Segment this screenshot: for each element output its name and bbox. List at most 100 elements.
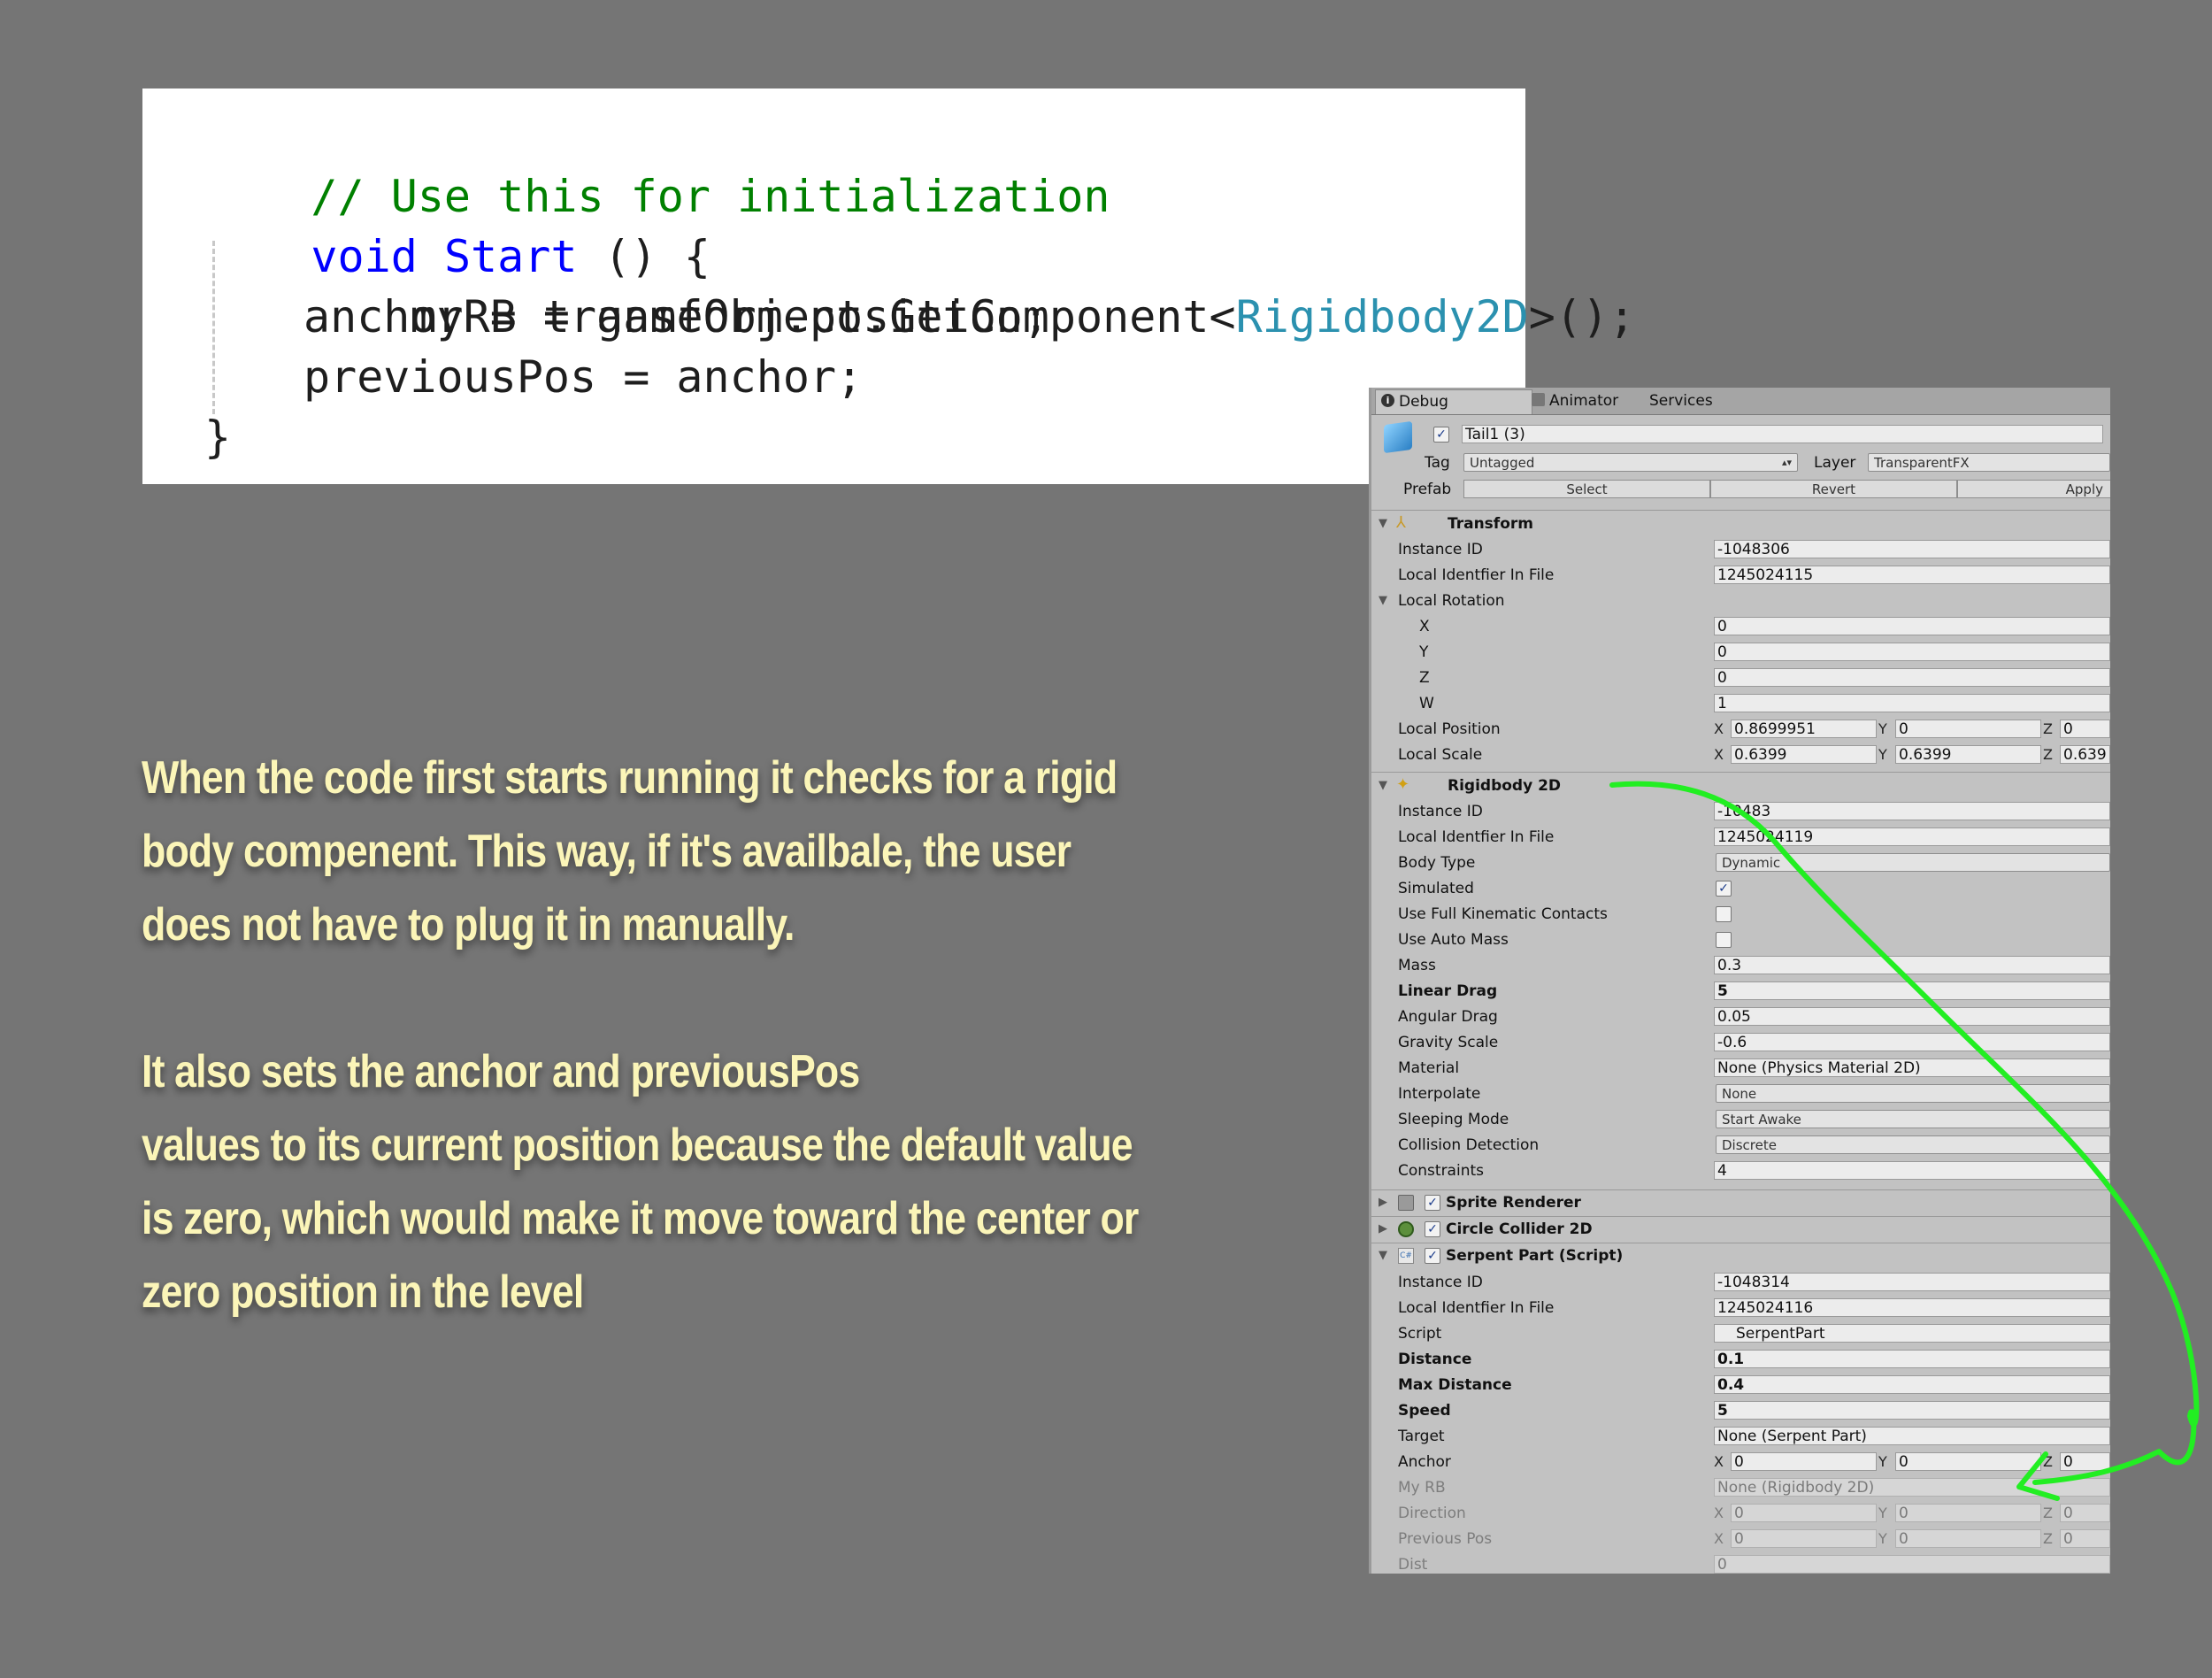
sp-instance-id-label: Instance ID (1398, 1274, 1483, 1291)
layer-value: TransparentFX (1874, 455, 1970, 471)
object-name-field[interactable]: Tail1 (3) (1462, 425, 2103, 443)
sprite-renderer-icon (1398, 1195, 1414, 1211)
transform-title: Transform (1448, 515, 1533, 533)
my-rb-field: None (Rigidbody 2D) (1714, 1478, 2110, 1497)
distance-field[interactable]: 0.1 (1714, 1350, 2110, 1368)
scale-y-field[interactable]: 0.6399 (1895, 745, 2041, 764)
previous-pos-z-axis-label: Z (2043, 1530, 2053, 1547)
distance-label: Distance (1398, 1351, 1472, 1368)
position-y-field[interactable]: 0 (1895, 720, 2041, 738)
local-rotation-foldout-arrow-icon[interactable]: ▼ (1379, 591, 1387, 611)
constraints-field[interactable]: 4 (1714, 1161, 2110, 1180)
local-scale-label: Local Scale (1398, 746, 1483, 764)
code-line-anchor: anchor = transform.position; (303, 291, 1049, 343)
sleeping-mode-dropdown[interactable]: Start Awake (1716, 1110, 2110, 1128)
anchor-z-field[interactable]: 0 (2060, 1452, 2110, 1471)
script-value: SerpentPart (1736, 1325, 1825, 1343)
inspector-tab-bar: i Debug Animator Services (1371, 388, 2110, 415)
linear-drag-label: Linear Drag (1398, 982, 1498, 1000)
max-distance-field[interactable]: 0.4 (1714, 1375, 2110, 1394)
anchor-x-field[interactable]: 0 (1731, 1452, 1877, 1471)
scale-x-axis-label: X (1714, 746, 1724, 763)
dist-label: Dist (1398, 1556, 1428, 1574)
rigidbody-foldout-arrow-icon[interactable]: ▼ (1379, 776, 1387, 796)
code-close-brace: } (204, 412, 232, 463)
speed-field[interactable]: 5 (1714, 1401, 2110, 1420)
rb-instance-id-field[interactable]: -10483 (1714, 802, 2110, 820)
code-line-myrb: myRB = gameObject.GetComponent<Rigidbody… (303, 227, 1635, 343)
circle-collider-foldout-arrow-icon[interactable]: ▶ (1379, 1220, 1387, 1239)
rotation-y-field[interactable]: 0 (1714, 643, 2110, 661)
interpolate-dropdown[interactable]: None (1716, 1084, 2110, 1103)
anchor-y-field[interactable]: 0 (1895, 1452, 2041, 1471)
full-kinematic-checkbox[interactable] (1716, 906, 1732, 922)
script-label: Script (1398, 1325, 1442, 1343)
max-distance-label: Max Distance (1398, 1376, 1512, 1394)
direction-y-field: 0 (1895, 1504, 2041, 1522)
tab-debug[interactable]: i Debug (1375, 389, 1532, 414)
serpent-part-foldout-arrow-icon[interactable]: ▼ (1379, 1246, 1387, 1266)
circle-collider-enabled-checkbox[interactable]: ✓ (1425, 1221, 1440, 1237)
sprite-renderer-foldout-arrow-icon[interactable]: ▶ (1379, 1193, 1387, 1212)
anchor-y-axis-label: Y (1878, 1453, 1887, 1470)
script-field[interactable]: SerpentPart (1714, 1324, 2110, 1343)
prefab-revert-button[interactable]: Revert (1710, 480, 1957, 498)
prefab-apply-button[interactable]: Apply (1957, 480, 2110, 498)
rotation-x-field[interactable]: 0 (1714, 617, 2110, 635)
rotation-w-field[interactable]: 1 (1714, 694, 2110, 712)
tag-dropdown[interactable]: Untagged ▴▾ (1463, 453, 1798, 472)
rotation-z-field[interactable]: 0 (1714, 668, 2110, 687)
anchor-z-axis-label: Z (2043, 1453, 2053, 1470)
transform-foldout-arrow-icon[interactable]: ▼ (1379, 514, 1387, 534)
simulated-label: Simulated (1398, 880, 1474, 897)
gravity-scale-field[interactable]: -0.6 (1714, 1033, 2110, 1051)
position-x-field[interactable]: 0.8699951 (1731, 720, 1877, 738)
tab-animator[interactable]: Animator (1526, 389, 1664, 413)
linear-drag-field[interactable]: 5 (1714, 981, 2110, 1000)
angular-drag-field[interactable]: 0.05 (1714, 1007, 2110, 1026)
target-field[interactable]: None (Serpent Part) (1714, 1427, 2110, 1445)
body-type-label: Body Type (1398, 854, 1476, 872)
mass-field[interactable]: 0.3 (1714, 956, 2110, 974)
serpent-part-enabled-checkbox[interactable]: ✓ (1425, 1248, 1440, 1264)
rb-local-id-field[interactable]: 1245024119 (1714, 827, 2110, 846)
my-rb-label: My RB (1398, 1479, 1446, 1497)
dist-field: 0 (1714, 1555, 2110, 1574)
interpolate-label: Interpolate (1398, 1085, 1481, 1103)
collision-detection-dropdown[interactable]: Discrete (1716, 1135, 2110, 1154)
rotation-x-label: X (1419, 618, 1430, 635)
tab-debug-label: Debug (1399, 393, 1448, 411)
transform-local-id-label: Local Identfier In File (1398, 566, 1555, 584)
body-type-dropdown[interactable]: Dynamic (1716, 853, 2110, 872)
gravity-scale-label: Gravity Scale (1398, 1034, 1499, 1051)
scale-x-field[interactable]: 0.6399 (1731, 745, 1877, 764)
position-z-field[interactable]: 0 (2060, 720, 2110, 738)
transform-instance-id-field[interactable]: -1048306 (1714, 540, 2110, 558)
local-position-label: Local Position (1398, 720, 1501, 738)
position-z-axis-label: Z (2043, 720, 2053, 737)
sp-instance-id-field[interactable]: -1048314 (1714, 1273, 2110, 1291)
tag-label: Tag (1425, 454, 1450, 472)
rigidbody-title: Rigidbody 2D (1448, 777, 1562, 795)
material-field[interactable]: None (Physics Material 2D) (1714, 1058, 2110, 1077)
transform-local-id-field[interactable]: 1245024115 (1714, 566, 2110, 584)
tag-value: Untagged (1470, 455, 1535, 471)
layer-label: Layer (1814, 454, 1856, 472)
mass-label: Mass (1398, 957, 1436, 974)
sp-local-id-field[interactable]: 1245024116 (1714, 1298, 2110, 1317)
scale-z-field[interactable]: 0.639 (2060, 745, 2110, 764)
sprite-renderer-enabled-checkbox[interactable]: ✓ (1425, 1195, 1440, 1211)
tab-services[interactable]: Services (1649, 389, 1713, 413)
previous-pos-y-axis-label: Y (1878, 1530, 1887, 1547)
rotation-w-label: W (1419, 695, 1434, 712)
auto-mass-checkbox[interactable] (1716, 932, 1732, 948)
code-type-rigidbody2d: Rigidbody2D (1235, 291, 1529, 343)
previous-pos-label: Previous Pos (1398, 1530, 1493, 1548)
code-snippet-panel: // Use this for initialization void Star… (142, 89, 1635, 484)
speed-label: Speed (1398, 1402, 1451, 1420)
simulated-checkbox[interactable]: ✓ (1716, 881, 1732, 897)
active-checkbox[interactable]: ✓ (1433, 427, 1449, 443)
prefab-select-button[interactable]: Select (1463, 480, 1710, 498)
layer-dropdown[interactable]: TransparentFX (1868, 453, 2110, 472)
sp-local-id-label: Local Identfier In File (1398, 1299, 1555, 1317)
